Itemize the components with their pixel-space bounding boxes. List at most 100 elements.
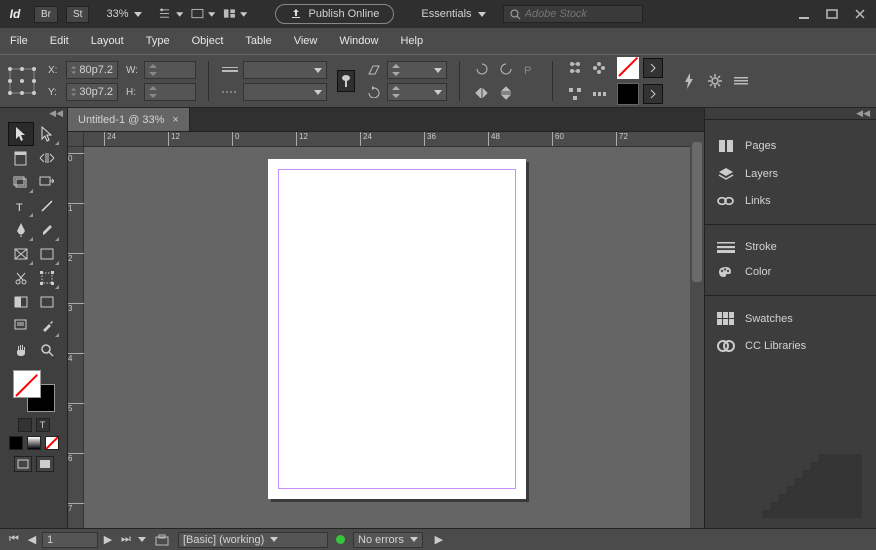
h-field[interactable]	[144, 83, 196, 101]
stroke-swatch[interactable]	[617, 83, 639, 105]
x-field[interactable]: 80p7.2	[66, 61, 118, 79]
scrollbar-thumb[interactable]	[692, 142, 702, 282]
formatting-text-button[interactable]: T	[36, 418, 50, 432]
direct-selection-tool[interactable]	[34, 122, 60, 146]
panel-cc-libraries[interactable]: CC Libraries	[705, 332, 876, 360]
content-collector-tool[interactable]	[8, 170, 34, 194]
paragraph-icon[interactable]: P	[520, 59, 540, 79]
arrange-docs-button[interactable]	[223, 3, 247, 25]
last-page-button[interactable]: ⏭	[118, 532, 134, 548]
rotate-ccw-button[interactable]	[496, 59, 516, 79]
apply-gradient-button[interactable]	[27, 436, 41, 450]
panel-layers[interactable]: Layers	[705, 160, 876, 188]
gradient-swatch-tool[interactable]	[8, 290, 34, 314]
first-page-button[interactable]: ⏮	[6, 532, 22, 548]
window-maximize-button[interactable]	[820, 4, 844, 24]
align-button-2[interactable]	[589, 58, 609, 78]
chevron-down-icon[interactable]	[138, 537, 146, 542]
scissors-tool[interactable]	[8, 266, 34, 290]
type-tool[interactable]: T	[8, 194, 34, 218]
hand-tool[interactable]	[8, 338, 34, 362]
note-tool[interactable]	[8, 314, 34, 338]
scrollbar-vertical[interactable]	[690, 132, 704, 528]
bridge-button[interactable]: Br	[34, 6, 58, 23]
rectangle-tool[interactable]	[34, 242, 60, 266]
screen-mode-button[interactable]	[191, 3, 215, 25]
panel-links[interactable]: Links	[705, 188, 876, 214]
zoom-tool[interactable]	[34, 338, 60, 362]
stroke-style-dropdown[interactable]	[243, 83, 327, 101]
apply-none-button[interactable]	[45, 436, 59, 450]
ruler-origin[interactable]	[68, 132, 84, 147]
menu-table[interactable]: Table	[241, 33, 275, 49]
shear-dropdown[interactable]	[387, 61, 447, 79]
panel-color[interactable]: Color	[705, 259, 876, 285]
rotate-dropdown[interactable]	[387, 83, 447, 101]
zoom-dropdown[interactable]: 33%	[97, 5, 151, 23]
pin-icon[interactable]	[337, 70, 355, 92]
menu-view[interactable]: View	[290, 33, 322, 49]
menu-file[interactable]: File	[6, 33, 32, 49]
content-placer-tool[interactable]	[34, 170, 60, 194]
canvas[interactable]	[84, 147, 704, 528]
flip-h-button[interactable]	[472, 83, 492, 103]
document-tab-close-button[interactable]: ×	[172, 114, 178, 126]
align-button-1[interactable]	[565, 58, 585, 78]
fill-stroke-swatch[interactable]	[13, 370, 55, 412]
gap-tool[interactable]	[34, 146, 60, 170]
page-tool[interactable]	[8, 146, 34, 170]
free-transform-tool[interactable]	[34, 266, 60, 290]
stock-search-field[interactable]	[525, 8, 625, 20]
menu-window[interactable]: Window	[335, 33, 382, 49]
reference-point-icon[interactable]	[8, 67, 36, 95]
ruler-vertical[interactable]: 01234567	[68, 147, 84, 528]
apply-color-button[interactable]	[9, 436, 23, 450]
preview-view-button[interactable]	[36, 456, 54, 472]
selection-tool[interactable]	[8, 122, 34, 146]
pencil-tool[interactable]	[34, 218, 60, 242]
fill-swatch[interactable]	[617, 57, 639, 79]
eyedropper-tool[interactable]	[34, 314, 60, 338]
flip-v-button[interactable]	[496, 83, 516, 103]
panel-swatches[interactable]: Swatches	[705, 306, 876, 332]
publish-online-button[interactable]: Publish Online	[275, 4, 394, 24]
fill-options-button[interactable]	[643, 58, 663, 78]
panels-collapse-toggle[interactable]: ◀◀	[705, 108, 876, 120]
rectangle-frame-tool[interactable]	[8, 242, 34, 266]
y-field[interactable]: 30p7.2	[66, 83, 118, 101]
status-menu-button[interactable]: ▶	[431, 532, 447, 548]
page[interactable]	[268, 159, 526, 499]
prev-page-button[interactable]: ◀	[24, 532, 40, 548]
formatting-container-button[interactable]	[18, 418, 32, 432]
open-dialog-button[interactable]	[154, 532, 170, 548]
ruler-horizontal[interactable]: 24120122436486072	[84, 132, 704, 147]
preflight-dropdown[interactable]: No errors	[353, 532, 423, 548]
menu-edit[interactable]: Edit	[46, 33, 73, 49]
menu-object[interactable]: Object	[188, 33, 228, 49]
pen-tool[interactable]	[8, 218, 34, 242]
distribute-button-1[interactable]	[565, 84, 585, 104]
window-minimize-button[interactable]	[792, 4, 816, 24]
window-close-button[interactable]	[848, 4, 872, 24]
page-number-field[interactable]: 1	[42, 532, 98, 548]
workspace-dropdown[interactable]: Essentials	[412, 5, 494, 23]
stroke-weight-dropdown[interactable]	[243, 61, 327, 79]
object-style-dropdown[interactable]: [Basic] (working)	[178, 532, 328, 548]
panel-pages[interactable]: Pages	[705, 132, 876, 160]
panel-stroke[interactable]: Stroke	[705, 235, 876, 259]
settings-button[interactable]	[705, 71, 725, 91]
tools-collapse-toggle[interactable]: ◀◀	[0, 108, 67, 120]
menu-type[interactable]: Type	[142, 33, 174, 49]
next-page-button[interactable]: ▶	[100, 532, 116, 548]
w-field[interactable]	[144, 61, 196, 79]
menu-layout[interactable]: Layout	[87, 33, 128, 49]
panel-menu-button[interactable]	[731, 71, 751, 91]
gradient-feather-tool[interactable]	[34, 290, 60, 314]
view-options-button[interactable]	[159, 3, 183, 25]
quick-apply-button[interactable]	[679, 71, 699, 91]
stock-button[interactable]: St	[66, 6, 89, 23]
line-tool[interactable]	[34, 194, 60, 218]
menu-help[interactable]: Help	[396, 33, 427, 49]
distribute-button-2[interactable]	[589, 84, 609, 104]
normal-view-button[interactable]	[14, 456, 32, 472]
